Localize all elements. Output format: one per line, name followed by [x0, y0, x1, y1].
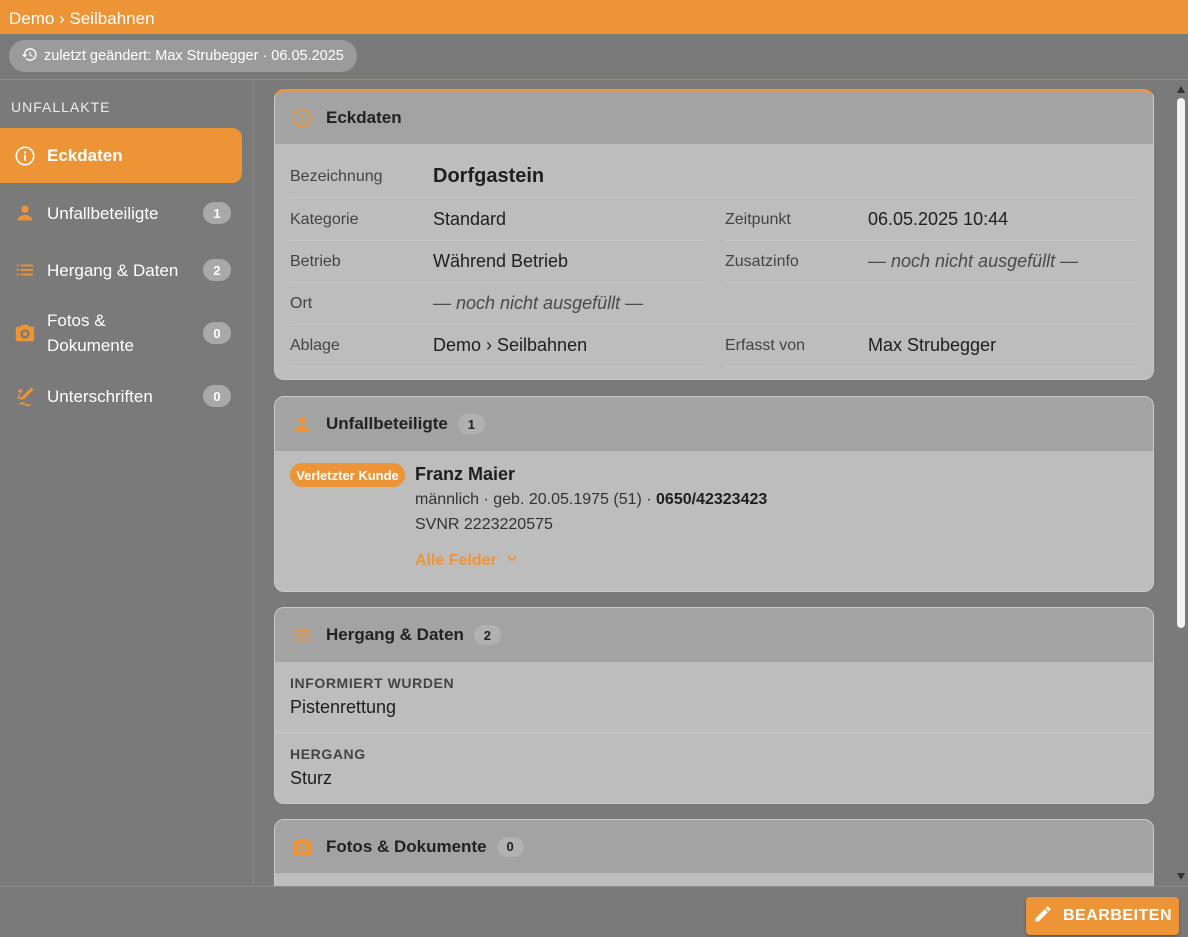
field-hergang: HERGANG Sturz: [275, 733, 1153, 803]
field-zusatzinfo: Zusatzinfo — noch nicht ausgefüllt —: [725, 241, 1136, 283]
scrollbar[interactable]: [1174, 80, 1188, 886]
count-badge: 1: [203, 202, 231, 224]
sidebar-item-label-line2: Dokumente: [47, 336, 134, 355]
field-value: Während Betrieb: [433, 251, 569, 271]
sidebar-item-unterschriften[interactable]: Unterschriften 0: [0, 371, 242, 421]
card-title: Unfallbeteiligte: [326, 414, 448, 433]
signature-icon: [13, 384, 37, 408]
field-label: Ablage: [290, 336, 340, 354]
field-value: Max Strubegger: [868, 335, 997, 355]
person-entry: Verletzter Kunde Franz Maier männlich · …: [275, 451, 1153, 591]
sidebar-item-label: Unfallbeteiligte: [47, 203, 159, 223]
person-details: männlich · geb. 20.05.1975 (51) · 0650/4…: [415, 491, 767, 509]
field-label: Zusatzinfo: [725, 252, 799, 270]
field-ablage: Ablage Demo › Seilbahnen: [290, 325, 704, 367]
field-label: Ort: [290, 294, 313, 312]
sidebar-heading: UNFALLAKTE: [11, 99, 111, 115]
person-phone: 0650/42323423: [656, 491, 768, 508]
field-value: Pistenrettung: [290, 697, 397, 717]
fotos-card-header: Fotos & Dokumente 0: [275, 820, 1153, 873]
person-svnr: SVNR 2223220575: [415, 516, 553, 533]
breadcrumb-text: Demo › Seilbahnen: [9, 9, 155, 28]
field-value: Demo › Seilbahnen: [433, 335, 588, 355]
edit-button[interactable]: BEARBEITEN: [1026, 897, 1179, 935]
sidebar-item-eckdaten[interactable]: Eckdaten: [0, 128, 242, 183]
count-badge: 0: [496, 836, 524, 857]
info-icon: [291, 107, 313, 129]
camera-icon: [13, 321, 37, 345]
field-kategorie: Kategorie Standard: [290, 199, 704, 241]
sidebar: UNFALLAKTE Eckdaten Unfallbeteiligte 1 H…: [0, 80, 254, 886]
field-label: INFORMIERT WURDEN: [290, 675, 455, 691]
scrollbar-thumb[interactable]: [1177, 98, 1185, 628]
sidebar-item-fotos[interactable]: Fotos & Dokumente 0: [0, 305, 242, 361]
field-erfasst-von: Erfasst von Max Strubegger: [725, 325, 1136, 367]
person-icon: [13, 201, 37, 225]
eckdaten-card: Eckdaten Bezeichnung Dorfgastein Kategor…: [274, 89, 1154, 380]
sidebar-item-label-line1: Fotos &: [47, 311, 106, 330]
hergang-card-header: Hergang & Daten 2: [275, 608, 1153, 662]
field-betrieb: Betrieb Während Betrieb: [290, 241, 704, 283]
all-fields-toggle[interactable]: Alle Felder: [415, 551, 519, 570]
eckdaten-card-header: Eckdaten: [275, 92, 1153, 144]
history-icon: [21, 46, 38, 67]
last-changed-text: zuletzt geändert: Max Strubegger · 06.05…: [44, 48, 344, 64]
field-ort: Ort — noch nicht ausgefüllt —: [290, 283, 1136, 325]
field-value: 06.05.2025 10:44: [868, 209, 1009, 229]
field-bezeichnung: Bezeichnung Dorfgastein: [290, 156, 1136, 198]
field-value: — noch nicht ausgefüllt —: [868, 251, 1079, 271]
list-icon: [291, 624, 313, 646]
sidebar-item-label: Fotos & Dokumente: [47, 308, 134, 358]
scroll-down-arrow-icon[interactable]: [1177, 873, 1185, 880]
beteiligte-card: Unfallbeteiligte 1 Verletzter Kunde Fran…: [274, 396, 1154, 592]
count-badge: 2: [473, 625, 501, 645]
all-fields-label: Alle Felder: [415, 551, 497, 569]
field-informiert: INFORMIERT WURDEN Pistenrettung: [275, 662, 1153, 733]
card-title: Hergang & Daten: [326, 625, 464, 644]
sidebar-item-label: Unterschriften: [47, 386, 153, 406]
field-label: Bezeichnung: [290, 167, 383, 185]
breadcrumb: Demo › Seilbahnen: [0, 0, 1188, 34]
field-label: Kategorie: [290, 210, 359, 228]
field-value: — noch nicht ausgefüllt —: [433, 293, 644, 313]
role-badge: Verletzter Kunde: [290, 463, 405, 487]
pencil-icon: [1033, 904, 1053, 929]
hergang-card: Hergang & Daten 2 INFORMIERT WURDEN Pist…: [274, 607, 1154, 804]
count-badge: 1: [457, 414, 485, 434]
count-badge: 0: [203, 385, 231, 407]
field-label: Zeitpunkt: [725, 210, 791, 228]
sidebar-item-unfallbeteiligte[interactable]: Unfallbeteiligte 1: [0, 188, 242, 238]
camera-icon: [291, 836, 313, 858]
person-details-text: männlich · geb. 20.05.1975 (51) ·: [415, 491, 657, 508]
person-icon: [291, 413, 313, 435]
main-content[interactable]: Eckdaten Bezeichnung Dorfgastein Kategor…: [255, 80, 1174, 886]
last-changed-chip[interactable]: zuletzt geändert: Max Strubegger · 06.05…: [9, 40, 357, 72]
count-badge: 0: [203, 322, 231, 344]
footer-bar: BEARBEITEN: [0, 886, 1188, 937]
field-value: Dorfgastein: [433, 165, 545, 187]
edit-button-label: BEARBEITEN: [1062, 907, 1172, 924]
scroll-up-arrow-icon[interactable]: [1177, 86, 1185, 93]
sidebar-item-label: Hergang & Daten: [47, 260, 179, 280]
field-value: Sturz: [290, 768, 333, 788]
person-name: Franz Maier: [415, 464, 516, 484]
sidebar-item-label: Eckdaten: [47, 146, 123, 165]
count-badge: 2: [203, 259, 231, 281]
beteiligte-card-header: Unfallbeteiligte 1: [275, 397, 1153, 451]
field-label: Betrieb: [290, 252, 341, 270]
card-title: Fotos & Dokumente: [326, 836, 487, 856]
field-zeitpunkt: Zeitpunkt 06.05.2025 10:44: [725, 199, 1136, 241]
list-icon: [13, 258, 37, 282]
field-value: Standard: [433, 209, 507, 229]
sidebar-item-hergang[interactable]: Hergang & Daten 2: [0, 245, 242, 295]
fotos-card: Fotos & Dokumente 0: [274, 819, 1154, 886]
chevron-down-icon: [505, 551, 519, 570]
info-icon: [13, 144, 37, 168]
meta-bar: zuletzt geändert: Max Strubegger · 06.05…: [0, 34, 1188, 80]
field-label: HERGANG: [290, 746, 366, 762]
field-label: Erfasst von: [725, 336, 806, 354]
card-title: Eckdaten: [326, 108, 402, 127]
